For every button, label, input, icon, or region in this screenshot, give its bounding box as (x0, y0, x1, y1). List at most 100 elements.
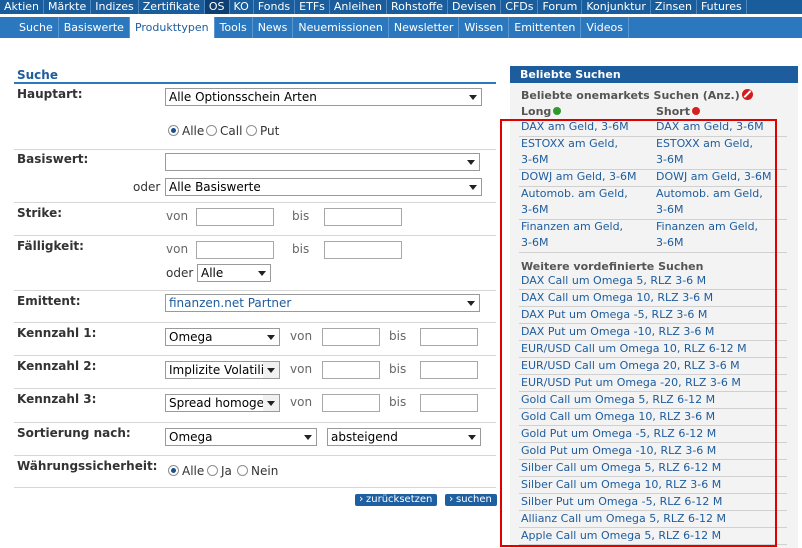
emittent-select[interactable]: finanzen.net Partner (165, 294, 480, 312)
waehrung-radio-nein[interactable] (237, 465, 248, 476)
reset-button[interactable]: zurücksetzen (355, 493, 438, 506)
predefined-search-link[interactable]: Gold Call um Omega 5, RLZ 6-12 M (521, 392, 715, 408)
kennzahl2-select[interactable]: Implizite Volatilitä (165, 361, 280, 379)
predefined-search-link[interactable]: Allianz Call um Omega 5, RLZ 6-12 M (521, 511, 726, 527)
long-search-link[interactable]: ESTOXX am Geld, 3-6M (521, 136, 651, 168)
subnav-item-wissen[interactable]: Wissen (459, 17, 510, 38)
predefined-search-link[interactable]: Silber Call um Omega 10, RLZ 3-6 M (521, 477, 721, 493)
hauptart-select[interactable]: Alle Optionsschein Arten (165, 88, 482, 106)
predefined-search-link[interactable]: DAX Call um Omega 5, RLZ 3-6 M (521, 273, 706, 289)
waehrung-radio-ja[interactable] (207, 465, 218, 476)
faelligkeit-select[interactable]: Alle (197, 264, 271, 282)
short-search-link[interactable]: Automob. am Geld, 3-6M (656, 186, 786, 218)
short-search-link[interactable]: DOWJ am Geld, 3-6M (656, 169, 786, 185)
radio-call-label: Call (220, 124, 243, 138)
subnav-item-tools[interactable]: Tools (215, 17, 253, 38)
kennzahl2-bis-input[interactable] (420, 361, 478, 379)
sortierung-field-select[interactable]: Omega (165, 428, 317, 446)
subnav-item-videos[interactable]: Videos (581, 17, 629, 38)
nav-item-forum[interactable]: Forum (538, 0, 583, 14)
long-search-link[interactable]: DOWJ am Geld, 3-6M (521, 169, 651, 185)
nav-item-indizes[interactable]: Indizes (91, 0, 139, 14)
radio-put[interactable] (246, 125, 257, 136)
predefined-section-title: Weitere vordefinierte Suchen (521, 260, 704, 273)
nav-item-konjunktur[interactable]: Konjunktur (582, 0, 651, 14)
kennzahl3-bis-input[interactable] (420, 394, 478, 412)
predefined-search-link[interactable]: Gold Call um Omega 10, RLZ 3-6 M (521, 409, 715, 425)
nav-item-futures[interactable]: Futures (697, 0, 747, 14)
radio-call[interactable] (206, 125, 217, 136)
predefined-search-link[interactable]: EUR/USD Call um Omega 20, RLZ 3-6 M (521, 358, 740, 374)
subnav-item-newsletter[interactable]: Newsletter (389, 17, 460, 38)
nav-item-etfs[interactable]: ETFs (295, 0, 330, 14)
kennzahl3-von-input[interactable] (322, 394, 380, 412)
onemarkets-section-title: Beliebte onemarkets Suchen (Anz.) (521, 89, 753, 102)
chevron-down-icon (267, 335, 275, 340)
strike-bis-input[interactable] (324, 208, 402, 226)
nav-item-aktien[interactable]: Aktien (0, 0, 45, 14)
kennzahl3-von-label: von (290, 395, 313, 409)
predefined-search-link[interactable]: EUR/USD Call um Omega 10, RLZ 6-12 M (521, 341, 747, 357)
long-search-link[interactable]: Finanzen am Geld, 3-6M (521, 219, 651, 251)
predefined-search-link[interactable]: Silber Put um Omega -5, RLZ 6-12 M (521, 494, 722, 510)
subnav-item-neuemissionen[interactable]: Neuemissionen (293, 17, 389, 38)
strike-bis-label: bis (292, 209, 310, 223)
predefined-search-link[interactable]: DAX Call um Omega 10, RLZ 3-6 M (521, 290, 713, 306)
kennzahl3-select[interactable]: Spread homoger (165, 394, 280, 412)
short-search-link[interactable]: Finanzen am Geld, 3-6M (656, 219, 786, 251)
primary-nav: Aktien Märkte Indizes Zertifikate OS KO Fonds E… (0, 0, 802, 14)
short-search-link-line: ESTOXX am Geld, (656, 137, 753, 150)
waehrung-radio-alle[interactable] (168, 465, 179, 476)
faelligkeit-von-input[interactable] (196, 241, 274, 259)
predefined-search-link[interactable]: DAX Put um Omega -5, RLZ 3-6 M (521, 307, 707, 323)
long-search-link[interactable]: DAX am Geld, 3-6M (521, 119, 651, 135)
nav-item-cfds[interactable]: CFDs (501, 0, 539, 14)
strike-von-input[interactable] (196, 208, 274, 226)
predefined-search-link[interactable]: Gold Put um Omega -5, RLZ 6-12 M (521, 426, 716, 442)
subnav-item-basiswerte[interactable]: Basiswerte (59, 17, 130, 38)
basiswert-all-select[interactable]: Alle Basiswerte (165, 178, 482, 196)
subnav-item-emittenten[interactable]: Emittenten (509, 17, 582, 38)
kennzahl1-bis-input[interactable] (420, 328, 478, 346)
short-column-header: Short (656, 105, 700, 118)
kennzahl1-von-input[interactable] (322, 328, 380, 346)
nav-item-devisen[interactable]: Devisen (448, 0, 502, 14)
long-search-link-line: Finanzen am Geld, (521, 220, 624, 233)
sortierung-order-select[interactable]: absteigend (327, 428, 481, 446)
predefined-search-link[interactable]: DAX Put um Omega -10, RLZ 3-6 M (521, 324, 714, 340)
kennzahl1-select[interactable]: Omega (165, 328, 280, 346)
nav-item-zertifikate[interactable]: Zertifikate (139, 0, 205, 14)
long-search-link[interactable]: Automob. am Geld, 3-6M (521, 186, 651, 218)
no-entry-icon (741, 89, 753, 100)
chevron-down-icon (467, 160, 475, 165)
row-emittent: Emittent: finanzen.net Partner (14, 291, 496, 323)
nav-item-rohstoffe[interactable]: Rohstoffe (387, 0, 448, 14)
predefined-search-link[interactable]: Apple Call um Omega 5, RLZ 6-12 M (521, 528, 721, 544)
short-search-link[interactable]: DAX am Geld, 3-6M (656, 119, 786, 135)
radio-alle[interactable] (168, 125, 179, 136)
long-arrow-icon (553, 107, 562, 115)
short-search-link[interactable]: ESTOXX am Geld, 3-6M (656, 136, 786, 168)
nav-item-zinsen[interactable]: Zinsen (651, 0, 697, 14)
nav-item-ko[interactable]: KO (230, 0, 254, 14)
search-button[interactable]: suchen (445, 493, 497, 506)
long-search-link-line: 3-6M (521, 153, 549, 166)
short-search-link-line: 3-6M (656, 153, 684, 166)
basiswert-label: Basiswert: (17, 152, 89, 166)
predefined-search-link[interactable]: EUR/USD Put um Omega -20, RLZ 3-6 M (521, 375, 741, 391)
sortierung-field-value: Omega (169, 430, 213, 444)
nav-item-märkte[interactable]: Märkte (44, 0, 92, 14)
nav-item-os[interactable]: OS (204, 0, 230, 14)
faelligkeit-bis-input[interactable] (324, 241, 402, 259)
long-search-link-line: 3-6M (521, 203, 549, 216)
row-kennzahl-3: Kennzahl 3: Spread homoger von bis (14, 389, 496, 423)
subnav-item-news[interactable]: News (253, 17, 294, 38)
predefined-search-link[interactable]: Gold Put um Omega -10, RLZ 3-6 M (521, 443, 716, 459)
basiswert-select[interactable] (165, 153, 480, 171)
subnav-item-suche[interactable]: Suche (14, 17, 59, 38)
nav-item-fonds[interactable]: Fonds (254, 0, 296, 14)
subnav-item-produkttypen[interactable]: Produkttypen (129, 17, 215, 38)
predefined-search-link[interactable]: Silber Call um Omega 5, RLZ 6-12 M (521, 460, 721, 476)
nav-item-anleihen[interactable]: Anleihen (330, 0, 387, 14)
kennzahl2-von-input[interactable] (322, 361, 380, 379)
